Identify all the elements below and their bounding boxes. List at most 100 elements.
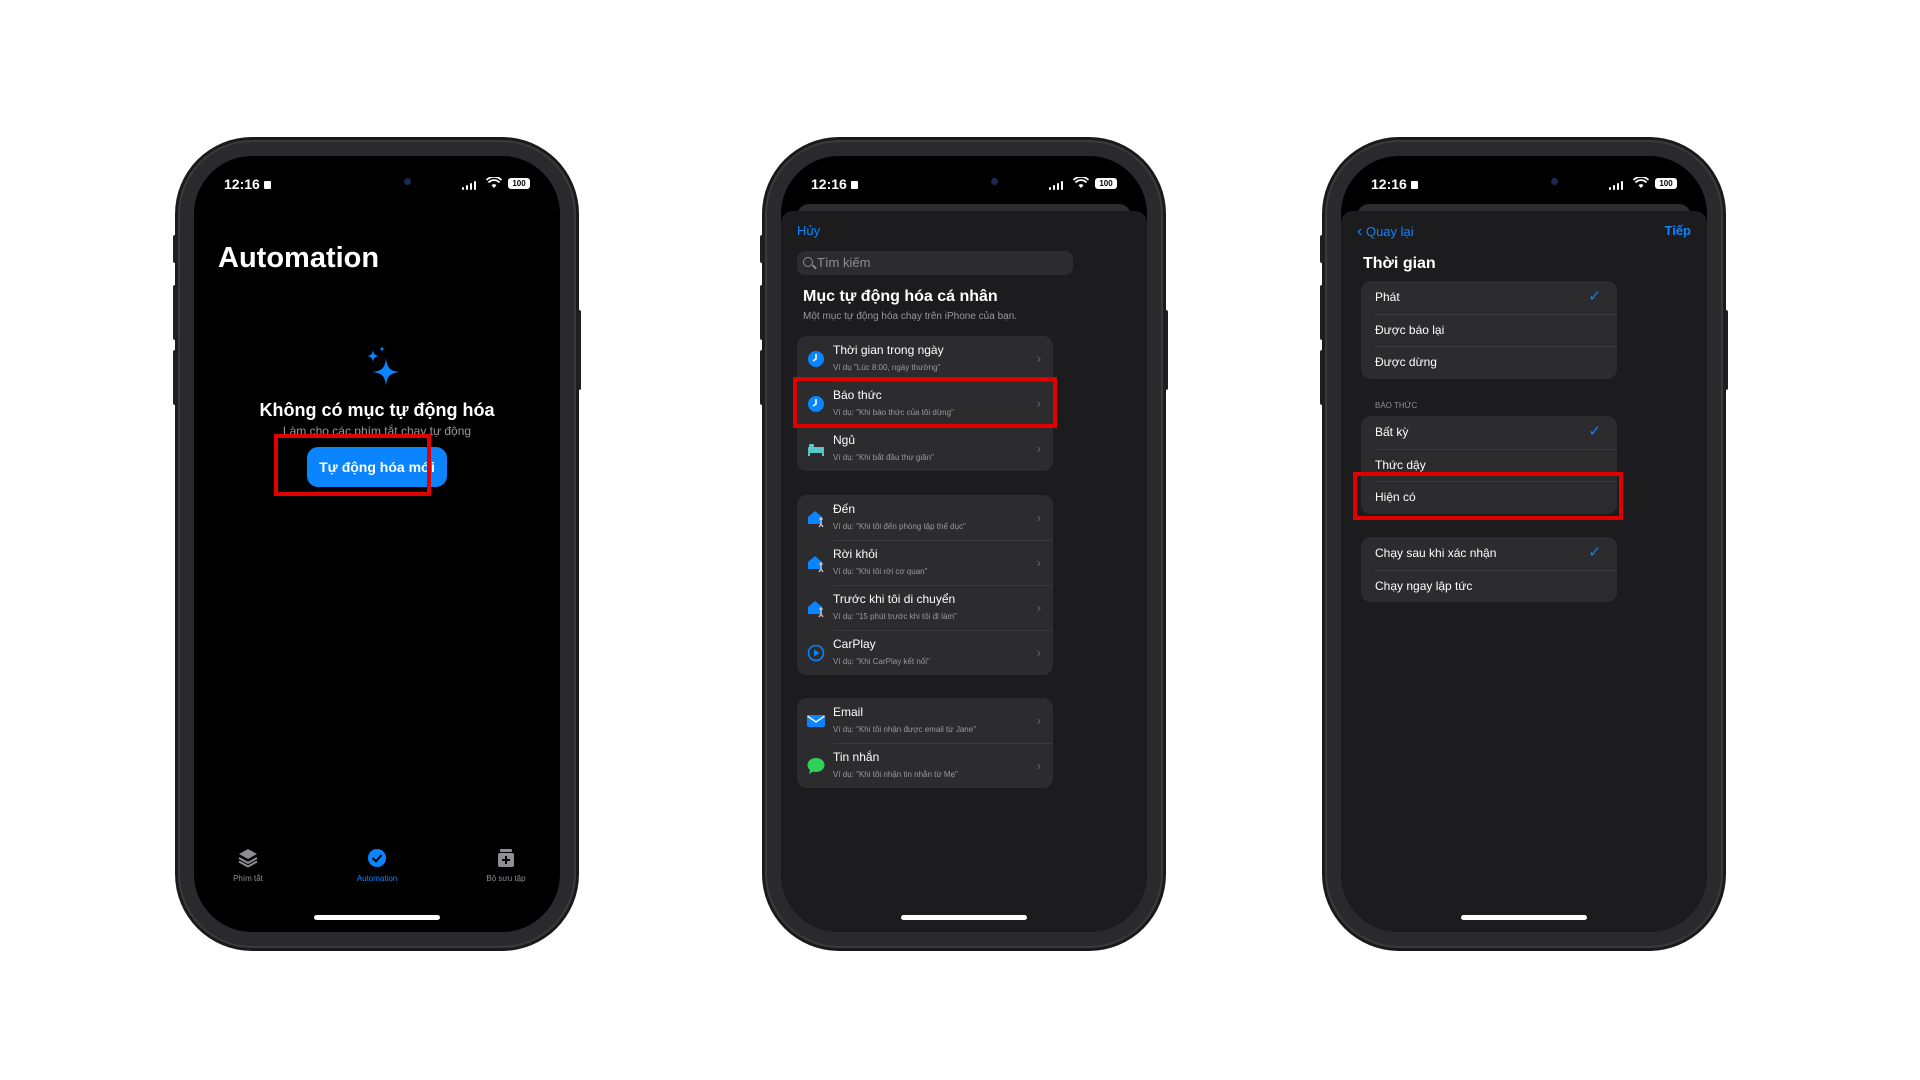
mail-icon (806, 711, 826, 731)
run-options: Chạy sau khi xác nhận ✓ Chạy ngay lập tức (1361, 537, 1617, 602)
wifi-icon (485, 176, 503, 192)
tab-label: Bộ sưu tập (486, 874, 526, 883)
trigger-leave[interactable]: Rời khỏi Ví dụ: "Khi tôi rời cơ quan" › (797, 540, 1053, 585)
search-icon (803, 257, 813, 267)
trigger-before-commute[interactable]: Trước khi tôi di chuyển Ví dụ: "15 phút … (797, 585, 1053, 630)
arrive-icon (806, 508, 826, 528)
tab-automation[interactable]: Automation (332, 848, 422, 883)
trigger-time-of-day[interactable]: Thời gian trong ngày Ví dụ "Lúc 8:00, ng… (797, 336, 1053, 381)
row-subtitle: Ví dụ: "Khi CarPlay kết nối" (833, 657, 930, 666)
phone-new-automation: 12:16 100 Hủy Tìm kiếm Mục tự động hóa c… (760, 140, 1168, 948)
commute-icon (806, 598, 826, 618)
automation-check-icon (366, 848, 388, 868)
screen: 12:16 100 Automation Không có mục tự độn… (194, 156, 560, 932)
row-subtitle: Ví dụ: "Khi tôi nhận tin nhắn từ Mẹ" (833, 770, 958, 779)
alarm-options-sheet: ‹ Quay lại Tiếp Thời gian Phát ✓ Được báo… (1341, 211, 1707, 932)
cancel-button[interactable]: Hủy (797, 223, 820, 238)
message-icon (806, 756, 826, 776)
highlight-box (274, 434, 431, 496)
automation-sheet: Hủy Tìm kiếm Mục tự động hóa cá nhân Một… (781, 211, 1147, 932)
row-title: Đến (833, 502, 856, 516)
back-button[interactable]: ‹ Quay lại (1357, 223, 1414, 241)
trigger-email[interactable]: Email Ví dụ: "Khi tôi nhận được email từ… (797, 698, 1053, 743)
clock-icon (806, 349, 826, 369)
row-subtitle: Ví dụ: "Khi tôi nhận được email từ Jane" (833, 725, 977, 734)
carplay-icon (806, 643, 826, 663)
status-bar: 12:16 100 (194, 174, 560, 198)
row-title: Tin nhắn (833, 750, 880, 764)
phone-alarm-options: 12:16 100 ‹ Quay lại Tiếp Thời gian Phát… (1320, 140, 1728, 948)
row-title: CarPlay (833, 637, 876, 651)
highlight-box (793, 377, 1057, 428)
page-title: Automation (218, 242, 380, 274)
option-snoozed[interactable]: Được báo lại (1361, 313, 1617, 347)
gallery-icon (495, 848, 517, 868)
section-title: Thời gian (1363, 255, 1436, 272)
option-any[interactable]: Bất kỳ ✓ (1361, 416, 1617, 449)
status-bar: 12:16 100 (781, 174, 1147, 198)
wifi-icon (1632, 176, 1650, 192)
row-subtitle: Ví dụ: "Khi tôi đến phòng tập thể dục" (833, 522, 966, 531)
checkmark-icon: ✓ (1588, 544, 1601, 561)
section-subtitle: Một mục tự động hóa chạy trên iPhone của… (803, 311, 1018, 322)
status-bar: 12:16 100 (1341, 174, 1707, 198)
battery-icon: 100 (1655, 178, 1677, 189)
trigger-carplay[interactable]: CarPlay Ví dụ: "Khi CarPlay kết nối" › (797, 630, 1053, 675)
chevron-right-icon: › (1036, 645, 1041, 660)
checkmark-icon: ✓ (1588, 288, 1601, 305)
screen: 12:16 100 ‹ Quay lại Tiếp Thời gian Phát… (1341, 156, 1707, 932)
section-title: Mục tự động hóa cá nhân (803, 288, 998, 305)
signal-icon (1609, 180, 1623, 190)
option-run-after-confirm[interactable]: Chạy sau khi xác nhận ✓ (1361, 537, 1617, 570)
home-indicator (901, 915, 1027, 920)
sparkles-icon (362, 346, 404, 390)
chevron-right-icon: › (1036, 600, 1041, 615)
layers-icon (237, 848, 259, 868)
status-time: 12:16 (224, 176, 271, 192)
trigger-group-location: Đến Ví dụ: "Khi tôi đến phòng tập thể dụ… (797, 495, 1053, 675)
tab-bar: Phím tắt Automation Bộ sưu tập (194, 848, 560, 892)
battery-icon: 100 (508, 178, 530, 189)
wifi-icon (1072, 176, 1090, 192)
highlight-box (1353, 472, 1623, 520)
row-subtitle: Ví dụ: "Khi bắt đầu thư giãn" (833, 453, 934, 462)
chevron-right-icon: › (1036, 713, 1041, 728)
home-indicator (314, 915, 440, 920)
trigger-sleep[interactable]: Ngủ Ví dụ: "Khi bắt đầu thư giãn" › (797, 426, 1053, 471)
chevron-right-icon: › (1036, 555, 1041, 570)
trigger-arrive[interactable]: Đến Ví dụ: "Khi tôi đến phòng tập thể dụ… (797, 495, 1053, 540)
search-input[interactable]: Tìm kiếm (797, 251, 1073, 275)
chevron-right-icon: › (1036, 351, 1041, 366)
status-time: 12:16 (1371, 176, 1418, 192)
row-subtitle: Ví dụ: "15 phút trước khi tôi đi làm" (833, 612, 957, 621)
leave-icon (806, 553, 826, 573)
row-title: Thời gian trong ngày (833, 343, 944, 357)
time-options: Phát ✓ Được báo lại Được dừng (1361, 281, 1617, 379)
alarm-caption: BÁO THỨC (1375, 401, 1418, 410)
row-title: Ngủ (833, 433, 856, 447)
bed-icon (806, 439, 826, 459)
tab-shortcuts[interactable]: Phím tắt (203, 848, 293, 883)
status-time: 12:16 (811, 176, 858, 192)
chevron-right-icon: › (1036, 510, 1041, 525)
chevron-right-icon: › (1036, 441, 1041, 456)
row-title: Email (833, 705, 864, 719)
row-subtitle: Ví dụ: "Khi tôi rời cơ quan" (833, 567, 928, 576)
tab-gallery[interactable]: Bộ sưu tập (461, 848, 551, 883)
tab-label: Phím tắt (233, 874, 263, 883)
row-title: Rời khỏi (833, 547, 878, 561)
back-label: Quay lại (1365, 224, 1414, 239)
row-subtitle: Ví dụ "Lúc 8:00, ngày thường" (833, 363, 941, 372)
signal-icon (1049, 180, 1063, 190)
option-stopped[interactable]: Được dừng (1361, 346, 1617, 379)
row-title: Trước khi tôi di chuyển (833, 592, 956, 606)
empty-state-title: Không có mục tự động hóa (259, 400, 495, 420)
option-go-off[interactable]: Phát ✓ (1361, 281, 1617, 314)
chevron-left-icon: ‹ (1357, 223, 1363, 240)
phone-automation: 12:16 100 Automation Không có mục tự độn… (173, 140, 581, 948)
next-button[interactable]: Tiếp (1665, 223, 1692, 238)
signal-icon (462, 180, 476, 190)
option-run-immediately[interactable]: Chạy ngay lập tức (1361, 569, 1617, 603)
trigger-message[interactable]: Tin nhắn Ví dụ: "Khi tôi nhận tin nhắn t… (797, 743, 1053, 788)
battery-icon: 100 (1095, 178, 1117, 189)
